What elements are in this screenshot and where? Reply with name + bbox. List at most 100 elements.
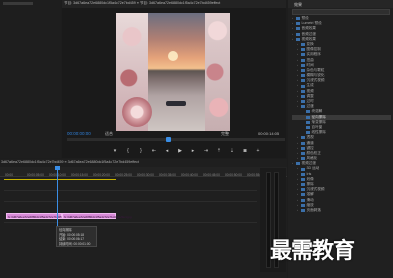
rose-bottom — [122, 97, 152, 127]
rose-strip-right — [205, 13, 230, 131]
step-forward-icon[interactable]: ▸ — [190, 148, 196, 154]
effect-badge-icon — [306, 115, 310, 119]
effect-badge-icon — [306, 131, 310, 135]
folder-icon — [301, 58, 305, 62]
program-playhead[interactable] — [166, 137, 171, 142]
folder-icon — [301, 172, 305, 176]
play-icon[interactable]: ▶ — [177, 148, 183, 154]
folder-icon — [301, 43, 305, 47]
tooltip-duration: 持续时间: 00:00:01:00 — [59, 241, 91, 246]
effects-panel-title[interactable]: 效果 — [294, 2, 302, 8]
effects-panel-header: 效果 — [288, 0, 393, 8]
ruler-tick-label: 00:00:40:00 — [181, 173, 198, 177]
export-frame-icon[interactable]: ◙ — [242, 148, 248, 154]
folder-icon — [301, 188, 305, 192]
resolution-select[interactable]: 完整 — [221, 131, 229, 137]
folder-icon — [301, 177, 305, 181]
folder-icon — [301, 157, 305, 161]
effects-search-input[interactable] — [292, 9, 390, 15]
chevron-right-icon[interactable]: › — [297, 156, 300, 161]
ruler-tick-label: 00:00:35:00 — [159, 173, 176, 177]
effect-badge-icon — [306, 120, 310, 124]
folder-icon — [301, 94, 305, 98]
program-title-bar: 节目: 3d67a6ea72e6880dc1f5a4c72e7bd459 ≡ 节… — [62, 0, 286, 8]
effect-badge-icon — [306, 110, 310, 114]
chevron-right-icon[interactable]: › — [292, 37, 295, 42]
ruler-tick-label: 00:00:50:00 — [225, 173, 242, 177]
car-silhouette — [166, 101, 186, 106]
folder-icon — [296, 32, 300, 36]
effects-item-label: 页面剥落 — [306, 207, 321, 212]
premiere-workspace: 节目: 3d67a6ea72e6880dc1f5a4c72e7bd459 ≡ 节… — [0, 0, 393, 278]
timeline-sequence-tab[interactable]: 3d67a6ea72e6880dc1f5a4c72e7bd459 ≡ 3d67a… — [1, 160, 139, 164]
folder-icon — [301, 209, 305, 213]
folder-icon — [301, 141, 305, 145]
ruler-tick-label: 00:00:05:00 — [27, 173, 44, 177]
zoom-fit-select[interactable]: 适合 — [105, 131, 113, 137]
folder-icon — [296, 37, 300, 41]
timeline-playhead[interactable] — [55, 166, 60, 170]
ruler-tick-label: 00:00:30:00 — [137, 173, 154, 177]
chevron-right-icon[interactable]: › — [297, 208, 300, 213]
folder-icon — [296, 22, 300, 26]
clip-label: fx 3d67a6ea72e6880dc1f5a4c72e7bd459.jpg — [8, 215, 69, 219]
folder-icon — [296, 27, 300, 31]
transition-tooltip: 径向擦除 开始: 00:00:05:18 结束: 00:00:06:17 持续时… — [56, 226, 97, 247]
program-title[interactable]: 节目: 3d67a6ea72e6880dc1f5a4c72e7bd459 ≡ 节… — [64, 1, 220, 6]
transport-controls: ▾ { } ⇤ ◂ ▶ ▸ ⇥ ⇡ ⇣ ◙ + — [112, 148, 282, 154]
ruler-tick-label: 00:00:15:00 — [71, 173, 88, 177]
folder-icon — [301, 100, 305, 104]
add-button-icon[interactable]: + — [255, 148, 261, 154]
chevron-right-icon[interactable]: › — [292, 161, 295, 166]
go-to-in-point-icon[interactable]: ⇤ — [151, 148, 157, 154]
folder-icon — [301, 151, 305, 155]
mark-in-icon[interactable]: ▾ — [112, 148, 118, 154]
folder-icon — [301, 53, 305, 57]
folder-icon — [301, 136, 305, 140]
timeline-clip[interactable]: fx 3d67a6ea72e6880dc1f5a4c72e7bd459effec… — [62, 213, 132, 219]
source-panel-tab[interactable] — [3, 2, 33, 5]
extract-icon[interactable]: ⇣ — [229, 148, 235, 154]
folder-icon — [301, 105, 305, 109]
source-panel — [0, 0, 61, 158]
ruler-tick-label: 00:00 — [5, 173, 13, 177]
effects-tree: › 预设 › Lumetri 预设 › 音频效果 › 音频过渡 › 视频效果 › 变换 › 图像控制 › 实用… — [292, 16, 391, 213]
effect-badge-icon — [306, 126, 310, 130]
folder-icon — [301, 74, 305, 78]
ruler-tick-label: 00:00:20:00 — [93, 173, 110, 177]
folder-icon — [301, 183, 305, 187]
folder-icon — [301, 63, 305, 67]
timeline-clip[interactable]: fx 3d67a6ea72e6880dc1f5a4c72e7bd459.jpg — [6, 213, 68, 219]
folder-icon — [301, 68, 305, 72]
chevron-right-icon[interactable]: › — [297, 104, 300, 109]
track-divider — [4, 190, 257, 191]
folder-icon — [301, 198, 305, 202]
folder-icon — [301, 79, 305, 83]
mark-out-icon[interactable]: { — [125, 148, 131, 154]
sunset-strip — [148, 13, 205, 131]
ruler-tick-label: 00:00:45:00 — [203, 173, 220, 177]
watermark-logo: 最需教育 — [270, 239, 355, 264]
program-video-frame[interactable] — [116, 13, 230, 131]
folder-icon — [301, 167, 305, 171]
current-timecode[interactable]: 00:00:00:00 — [67, 131, 91, 136]
folder-icon — [301, 48, 305, 52]
work-area-bar[interactable] — [4, 179, 116, 180]
go-to-out-icon[interactable]: ⇥ — [203, 148, 209, 154]
program-scrub-bar[interactable] — [67, 138, 285, 141]
folder-icon — [301, 89, 305, 93]
folder-icon — [301, 203, 305, 207]
sun — [168, 51, 178, 61]
duration-timecode: 00:00:14:05 — [258, 131, 280, 136]
track-divider — [4, 222, 257, 223]
clip-label: fx 3d67a6ea72e6880dc1f5a4c72e7bd459effec… — [64, 215, 132, 219]
folder-icon — [301, 84, 305, 88]
lift-icon[interactable]: ⇡ — [216, 148, 222, 154]
folder-icon — [301, 146, 305, 150]
folder-icon — [301, 193, 305, 197]
timeline-playhead-line[interactable] — [57, 168, 58, 228]
folder-icon — [296, 17, 300, 21]
step-back-icon[interactable]: ◂ — [164, 148, 170, 154]
effects-folder-item[interactable]: › 页面剥落 — [292, 208, 391, 213]
go-to-in-icon[interactable]: } — [138, 148, 144, 154]
